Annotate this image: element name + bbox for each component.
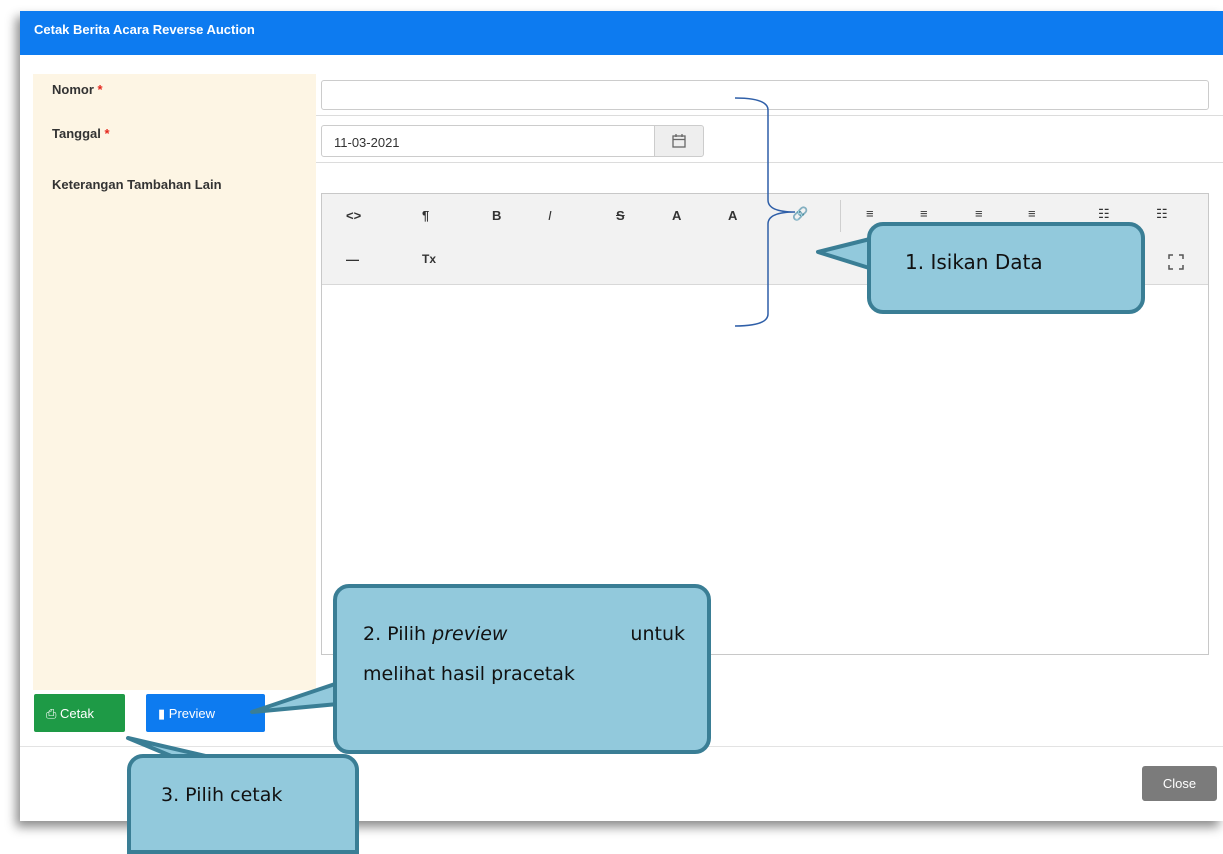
callout-2-line2: melihat hasil pracetak: [363, 663, 575, 685]
callout-isikan-data: 1. Isikan Data: [867, 222, 1145, 314]
callout-2-line1: 2. Pilih preview untuk: [363, 623, 685, 645]
callout-pilih-preview: 2. Pilih preview untuk melihat hasil pra…: [333, 584, 711, 754]
callout-2-tail: [250, 681, 340, 714]
bracket: [734, 97, 796, 327]
callout-pilih-cetak: 3. Pilih cetak: [127, 754, 359, 854]
